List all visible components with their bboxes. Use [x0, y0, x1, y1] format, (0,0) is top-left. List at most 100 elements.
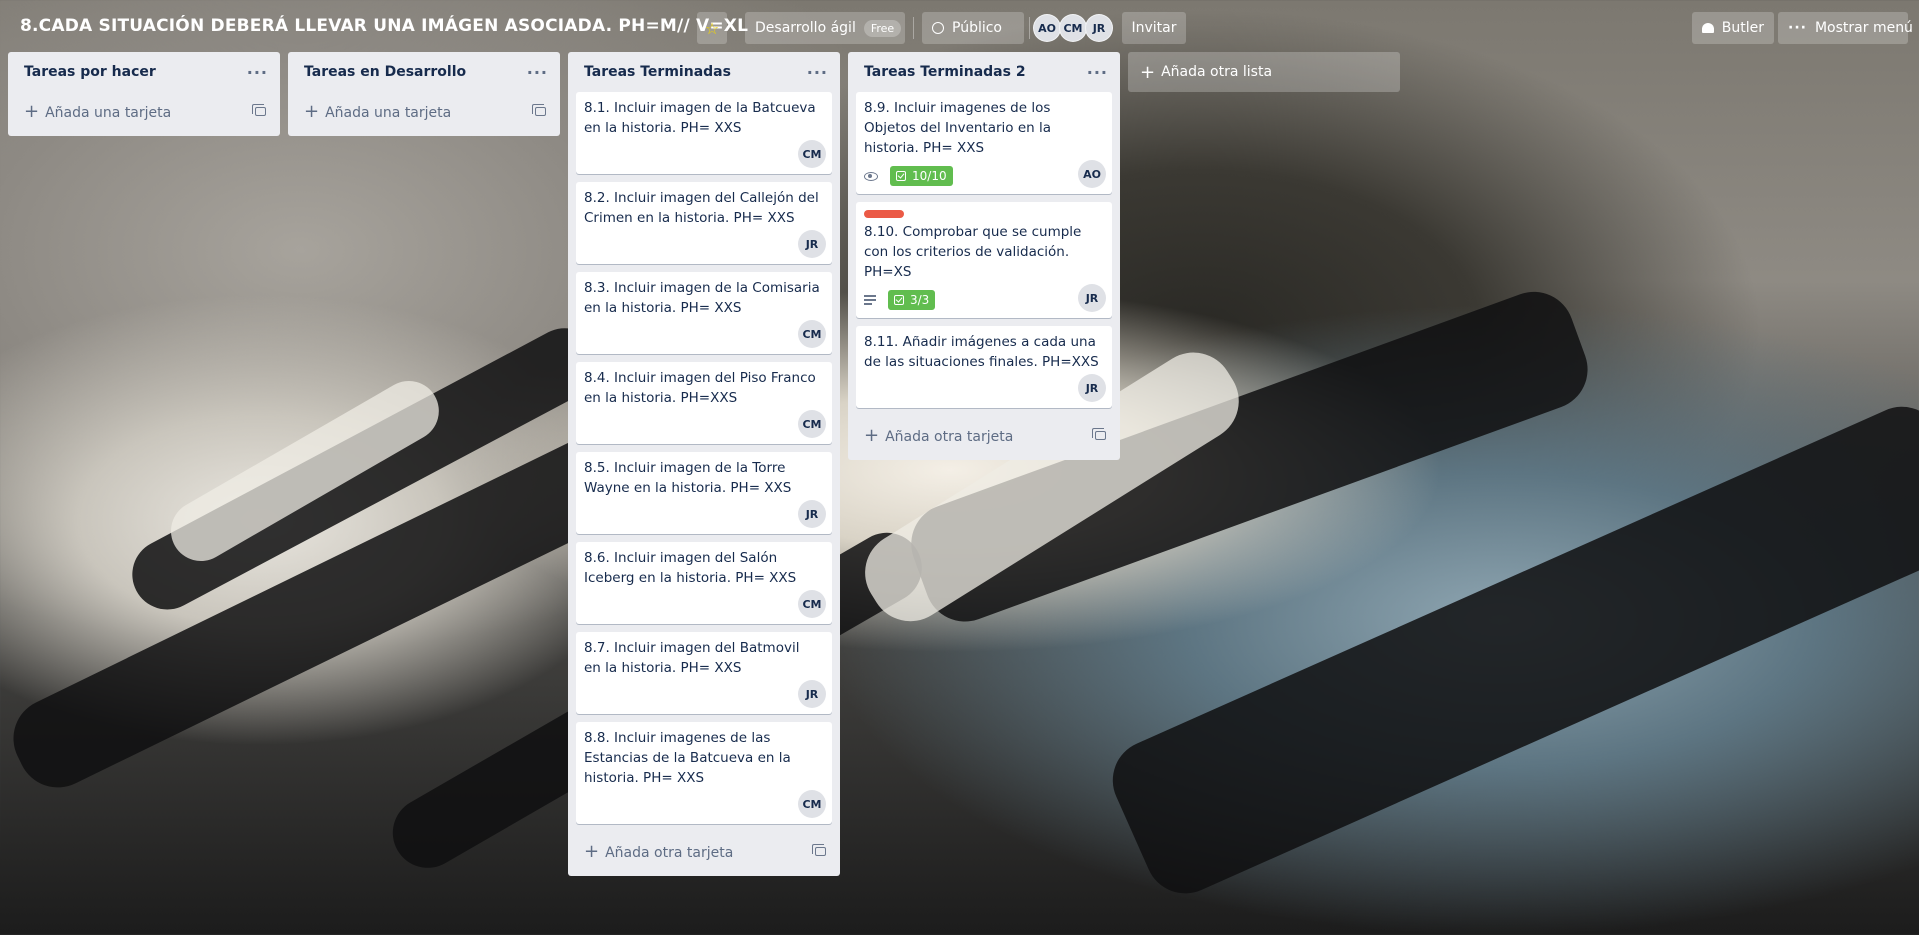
- card-member-avatar[interactable]: CM: [798, 590, 826, 618]
- card[interactable]: 8.2. Incluir imagen del Callejón del Cri…: [576, 182, 832, 264]
- card-title: 8.8. Incluir imagenes de las Estancias d…: [584, 730, 791, 786]
- free-badge: Free: [863, 19, 902, 37]
- list-tareas-por-hacer: Tareas por hacer ··· + Añada una tarjeta: [8, 52, 280, 136]
- team-button[interactable]: Desarrollo ágil Free: [745, 12, 905, 44]
- member-avatar[interactable]: AO: [1033, 14, 1061, 42]
- checklist-count: 10/10: [912, 169, 947, 183]
- add-card-button[interactable]: + Añada otra tarjeta: [576, 832, 832, 870]
- list-header: Tareas Terminadas ···: [576, 52, 832, 92]
- list-tareas-terminadas: Tareas Terminadas ··· 8.1. Incluir image…: [568, 52, 840, 876]
- member-avatar[interactable]: JR: [1085, 14, 1113, 42]
- star-button[interactable]: ☆: [697, 12, 727, 44]
- card-title: 8.3. Incluir imagen de la Comisaria en l…: [584, 280, 820, 316]
- card[interactable]: 8.10. Comprobar que se cumple con los cr…: [856, 202, 1112, 318]
- add-card-button[interactable]: + Añada una tarjeta: [16, 92, 272, 130]
- member-avatar[interactable]: CM: [1059, 14, 1087, 42]
- list-tareas-terminadas-2: Tareas Terminadas 2 ··· 8.9. Incluir ima…: [848, 52, 1120, 460]
- list-header: Tareas en Desarrollo ···: [296, 52, 552, 92]
- header-divider: [1029, 17, 1030, 39]
- description-icon: [864, 293, 876, 307]
- more-icon: ···: [1788, 20, 1807, 36]
- board-title[interactable]: 8.CADA SITUACIÓN DEBERÁ LLEVAR UNA IMÁGE…: [20, 16, 748, 36]
- butler-button[interactable]: Butler: [1692, 12, 1774, 44]
- list-menu-icon[interactable]: ···: [527, 63, 548, 82]
- board-header: 8.CADA SITUACIÓN DEBERÁ LLEVAR UNA IMÁGE…: [0, 0, 1919, 56]
- card-member-avatar[interactable]: CM: [798, 790, 826, 818]
- add-list-label: Añada otra lista: [1161, 64, 1273, 80]
- add-card-label: Añada una tarjeta: [325, 104, 452, 121]
- checklist-badge: 3/3: [888, 290, 936, 310]
- list-menu-icon[interactable]: ···: [807, 63, 828, 82]
- list-header: Tareas Terminadas 2 ···: [856, 52, 1112, 92]
- card-member-avatar[interactable]: JR: [1078, 374, 1106, 402]
- add-list-button[interactable]: + Añada otra lista: [1128, 52, 1400, 92]
- card-title: 8.4. Incluir imagen del Piso Franco en l…: [584, 370, 816, 406]
- list-title[interactable]: Tareas Terminadas: [584, 64, 731, 80]
- show-menu-button[interactable]: ··· Mostrar menú: [1778, 12, 1913, 44]
- card-member-avatar[interactable]: CM: [798, 320, 826, 348]
- card[interactable]: 8.7. Incluir imagen del Batmovil en la h…: [576, 632, 832, 714]
- card-template-icon[interactable]: [252, 103, 266, 116]
- card[interactable]: 8.6. Incluir imagen del Salón Iceberg en…: [576, 542, 832, 624]
- card-member-avatar[interactable]: JR: [798, 500, 826, 528]
- plus-icon: +: [864, 424, 880, 446]
- card-title: 8.10. Comprobar que se cumple con los cr…: [864, 224, 1082, 280]
- show-menu-label: Mostrar menú: [1814, 20, 1913, 36]
- visibility-button[interactable]: Público: [922, 12, 1024, 44]
- plus-icon: +: [304, 100, 320, 122]
- card[interactable]: 8.4. Incluir imagen del Piso Franco en l…: [576, 362, 832, 444]
- card-title: 8.1. Incluir imagen de la Batcueva en la…: [584, 100, 816, 136]
- list-title[interactable]: Tareas en Desarrollo: [304, 64, 466, 80]
- plus-icon: +: [584, 840, 600, 862]
- visibility-label: Público: [952, 20, 1002, 36]
- list-menu-icon[interactable]: ···: [247, 63, 268, 82]
- card-title: 8.5. Incluir imagen de la Torre Wayne en…: [584, 460, 792, 496]
- card-member-avatar[interactable]: CM: [798, 410, 826, 438]
- card-label-red[interactable]: [864, 210, 904, 218]
- plus-icon: +: [1140, 61, 1156, 83]
- card-member-avatar[interactable]: JR: [798, 230, 826, 258]
- card-template-icon[interactable]: [1092, 427, 1106, 440]
- team-label: Desarrollo ágil: [755, 20, 856, 36]
- add-card-button[interactable]: + Añada una tarjeta: [296, 92, 552, 130]
- card-member-avatar[interactable]: AO: [1078, 160, 1106, 188]
- checklist-icon: [894, 295, 904, 305]
- add-card-label: Añada una tarjeta: [45, 104, 172, 121]
- card-template-icon[interactable]: [812, 843, 826, 856]
- card-title: 8.2. Incluir imagen del Callejón del Cri…: [584, 190, 819, 226]
- list-header: Tareas por hacer ···: [16, 52, 272, 92]
- globe-icon: [932, 22, 944, 34]
- watching-icon: [864, 171, 878, 181]
- card-title: 8.6. Incluir imagen del Salón Iceberg en…: [584, 550, 797, 586]
- checklist-icon: [896, 171, 906, 181]
- card[interactable]: 8.11. Añadir imágenes a cada una de las …: [856, 326, 1112, 408]
- add-card-button[interactable]: + Añada otra tarjeta: [856, 416, 1112, 454]
- butler-icon: [1702, 23, 1714, 33]
- card[interactable]: 8.8. Incluir imagenes de las Estancias d…: [576, 722, 832, 824]
- card-title: 8.11. Añadir imágenes a cada una de las …: [864, 334, 1099, 370]
- plus-icon: +: [24, 100, 40, 122]
- add-card-label: Añada otra tarjeta: [605, 844, 734, 861]
- card-member-avatar[interactable]: CM: [798, 140, 826, 168]
- invite-button[interactable]: Invitar: [1122, 12, 1186, 44]
- add-card-label: Añada otra tarjeta: [885, 428, 1014, 445]
- card[interactable]: 8.1. Incluir imagen de la Batcueva en la…: [576, 92, 832, 174]
- header-divider: [913, 17, 914, 39]
- butler-label: Butler: [1721, 20, 1764, 36]
- card-member-avatar[interactable]: JR: [1078, 284, 1106, 312]
- list-title[interactable]: Tareas por hacer: [24, 64, 156, 80]
- list-title[interactable]: Tareas Terminadas 2: [864, 64, 1026, 80]
- checklist-count: 3/3: [910, 293, 930, 307]
- card[interactable]: 8.9. Incluir imagenes de los Objetos del…: [856, 92, 1112, 194]
- star-icon: ☆: [704, 18, 720, 38]
- list-menu-icon[interactable]: ···: [1087, 63, 1108, 82]
- card-member-avatar[interactable]: JR: [798, 680, 826, 708]
- card-title: 8.7. Incluir imagen del Batmovil en la h…: [584, 640, 800, 676]
- checklist-badge: 10/10: [890, 166, 953, 186]
- board-members: AO CM JR: [1033, 14, 1113, 42]
- card-template-icon[interactable]: [532, 103, 546, 116]
- card[interactable]: 8.5. Incluir imagen de la Torre Wayne en…: [576, 452, 832, 534]
- card-title: 8.9. Incluir imagenes de los Objetos del…: [864, 100, 1052, 156]
- list-tareas-en-desarrollo: Tareas en Desarrollo ··· + Añada una tarj…: [288, 52, 560, 136]
- card[interactable]: 8.3. Incluir imagen de la Comisaria en l…: [576, 272, 832, 354]
